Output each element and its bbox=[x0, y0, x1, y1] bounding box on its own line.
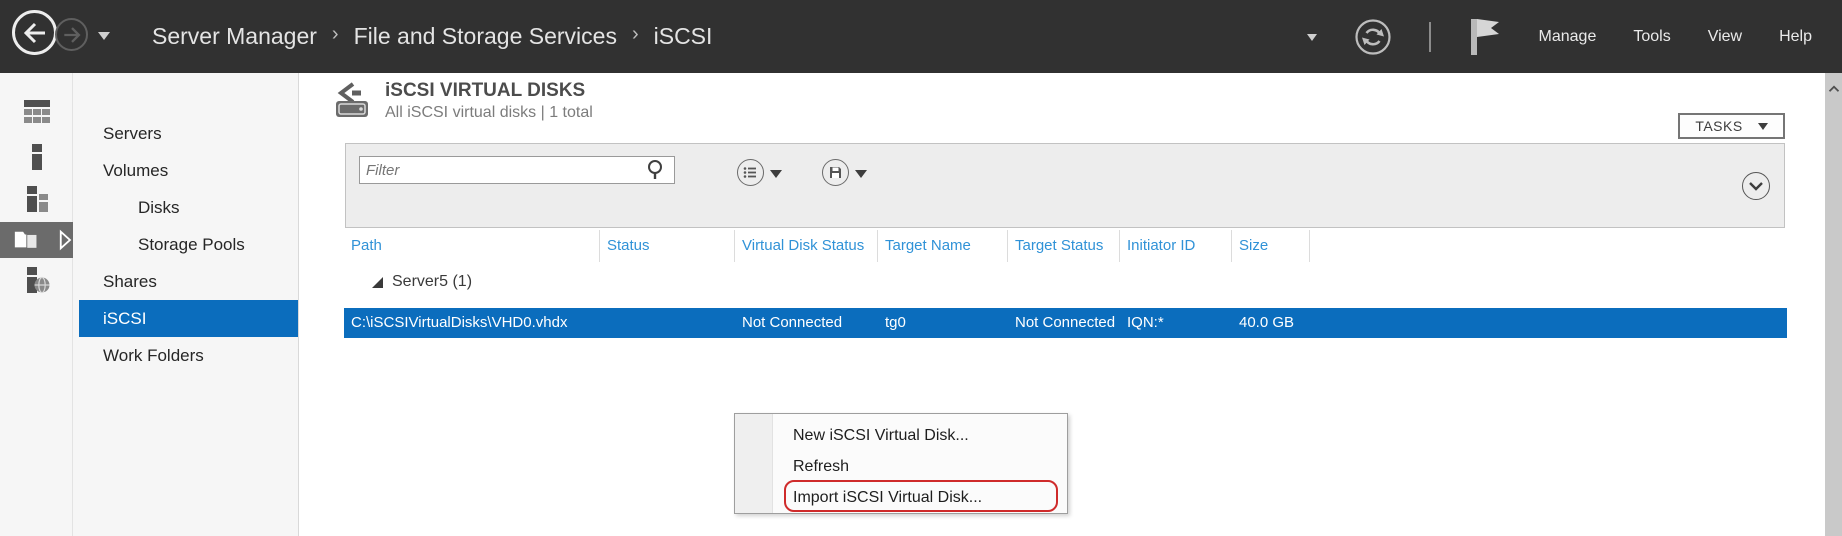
filter-box bbox=[359, 156, 675, 184]
menu-tools[interactable]: Tools bbox=[1633, 28, 1670, 46]
cell-status bbox=[600, 308, 735, 338]
breadcrumb-separator-icon: › bbox=[332, 23, 339, 46]
column-header-status[interactable]: Status bbox=[600, 230, 735, 262]
main-pane: iSCSI VIRTUAL DISKS All iSCSI virtual di… bbox=[299, 73, 1825, 536]
column-header-initiator-id[interactable]: Initiator ID bbox=[1120, 230, 1232, 262]
column-header-target-status[interactable]: Target Status bbox=[1008, 230, 1120, 262]
save-query-button[interactable] bbox=[822, 159, 849, 186]
cell-initiator-id: IQN:* bbox=[1120, 308, 1232, 338]
refresh-icon[interactable] bbox=[1354, 18, 1392, 56]
refresh-dropdown-caret-icon[interactable] bbox=[1307, 34, 1317, 46]
cell-target-status: Not Connected bbox=[1008, 308, 1120, 338]
column-header-path[interactable]: Path bbox=[344, 230, 600, 262]
table-header: Path Status Virtual Disk Status Target N… bbox=[299, 230, 1787, 262]
file-storage-services-icon[interactable] bbox=[0, 222, 73, 258]
sidebar-item-iscsi[interactable]: iSCSI bbox=[79, 300, 298, 337]
sidebar-item-work-folders[interactable]: Work Folders bbox=[79, 337, 298, 374]
page-subtitle: All iSCSI virtual disks | 1 total bbox=[385, 104, 593, 122]
forward-button[interactable] bbox=[55, 18, 88, 51]
filter-toolbar bbox=[345, 143, 1785, 228]
collapse-filter-button[interactable] bbox=[1742, 172, 1770, 200]
menu-item-new-iscsi-virtual-disk[interactable]: New iSCSI Virtual Disk... bbox=[735, 420, 1067, 451]
cell-virtual-disk-status: Not Connected bbox=[735, 308, 878, 338]
servers-icon bbox=[22, 184, 52, 214]
group-row-server5[interactable]: Server5 (1) bbox=[344, 266, 472, 298]
filter-criteria-button[interactable] bbox=[737, 159, 764, 186]
all-servers-icon[interactable] bbox=[0, 181, 73, 217]
server-globe-icon bbox=[22, 265, 52, 295]
breadcrumb-separator-icon: › bbox=[632, 23, 639, 46]
menu-view[interactable]: View bbox=[1708, 28, 1742, 46]
iscsi-virtual-disk-icon bbox=[333, 81, 373, 124]
filter-input[interactable] bbox=[360, 162, 646, 179]
notifications-flag-icon[interactable] bbox=[1468, 17, 1502, 57]
sidebar-item-volumes[interactable]: Volumes bbox=[79, 152, 298, 189]
table-row[interactable]: C:\iSCSIVirtualDisks\VHD0.vhdx Not Conne… bbox=[344, 308, 1787, 338]
cell-path: C:\iSCSIVirtualDisks\VHD0.vhdx bbox=[344, 308, 600, 338]
sidebar-icon-rail bbox=[0, 73, 73, 536]
topbar-divider bbox=[1429, 22, 1431, 52]
tasks-caret-icon bbox=[1758, 123, 1768, 135]
tasks-button-label: TASKS bbox=[1695, 118, 1742, 134]
group-expanded-icon bbox=[372, 277, 383, 288]
breadcrumb-iscsi[interactable]: iSCSI bbox=[654, 23, 713, 50]
menu-item-refresh[interactable]: Refresh bbox=[735, 451, 1067, 482]
save-icon bbox=[829, 166, 842, 179]
back-arrow-icon bbox=[22, 20, 48, 46]
server-icon bbox=[22, 142, 52, 172]
topbar-right-cluster: Manage Tools View Help bbox=[1307, 0, 1812, 73]
breadcrumb-file-storage-services[interactable]: File and Storage Services bbox=[354, 23, 617, 50]
dashboard-icon[interactable] bbox=[0, 93, 73, 129]
forward-arrow-icon bbox=[62, 25, 82, 45]
menu-manage[interactable]: Manage bbox=[1539, 28, 1597, 46]
cell-target-name: tg0 bbox=[878, 308, 1008, 338]
save-query-caret-icon[interactable] bbox=[855, 170, 867, 184]
folder-file-icon bbox=[13, 225, 44, 255]
sidebar-nav: Servers Volumes Disks Storage Pools Shar… bbox=[79, 73, 298, 536]
history-dropdown-caret-icon[interactable] bbox=[98, 32, 110, 46]
sidebar-item-disks[interactable]: Disks bbox=[79, 189, 298, 226]
menu-item-import-iscsi-virtual-disk[interactable]: Import iSCSI Virtual Disk... bbox=[735, 482, 1067, 513]
cell-size: 40.0 GB bbox=[1232, 308, 1310, 338]
context-menu: New iSCSI Virtual Disk... Refresh Import… bbox=[734, 413, 1068, 514]
search-icon bbox=[646, 159, 668, 181]
group-label: Server5 (1) bbox=[392, 273, 472, 291]
expand-flyout-icon bbox=[58, 229, 73, 251]
sidebar-item-shares[interactable]: Shares bbox=[79, 263, 298, 300]
scroll-up-icon[interactable] bbox=[1828, 85, 1840, 93]
filter-criteria-caret-icon[interactable] bbox=[770, 170, 782, 184]
page-title: iSCSI VIRTUAL DISKS bbox=[385, 80, 585, 102]
breadcrumb-server-manager[interactable]: Server Manager bbox=[152, 23, 317, 50]
sidebar-item-servers[interactable]: Servers bbox=[79, 115, 298, 152]
dashboard-grid-icon bbox=[22, 96, 52, 126]
back-button[interactable] bbox=[12, 10, 57, 55]
chevron-down-icon bbox=[1748, 181, 1764, 191]
column-header-target-name[interactable]: Target Name bbox=[878, 230, 1008, 262]
vertical-scrollbar[interactable] bbox=[1825, 73, 1842, 536]
top-bar: Server Manager › File and Storage Servic… bbox=[0, 0, 1842, 73]
sidebar-item-storage-pools[interactable]: Storage Pools bbox=[79, 226, 298, 263]
list-icon bbox=[743, 165, 758, 180]
breadcrumb: Server Manager › File and Storage Servic… bbox=[152, 0, 712, 73]
local-server-icon[interactable] bbox=[0, 139, 73, 175]
menu-help[interactable]: Help bbox=[1779, 28, 1812, 46]
column-header-size[interactable]: Size bbox=[1232, 230, 1310, 262]
tasks-button[interactable]: TASKS bbox=[1678, 113, 1785, 139]
column-header-virtual-disk-status[interactable]: Virtual Disk Status bbox=[735, 230, 878, 262]
iis-icon[interactable] bbox=[0, 262, 73, 298]
